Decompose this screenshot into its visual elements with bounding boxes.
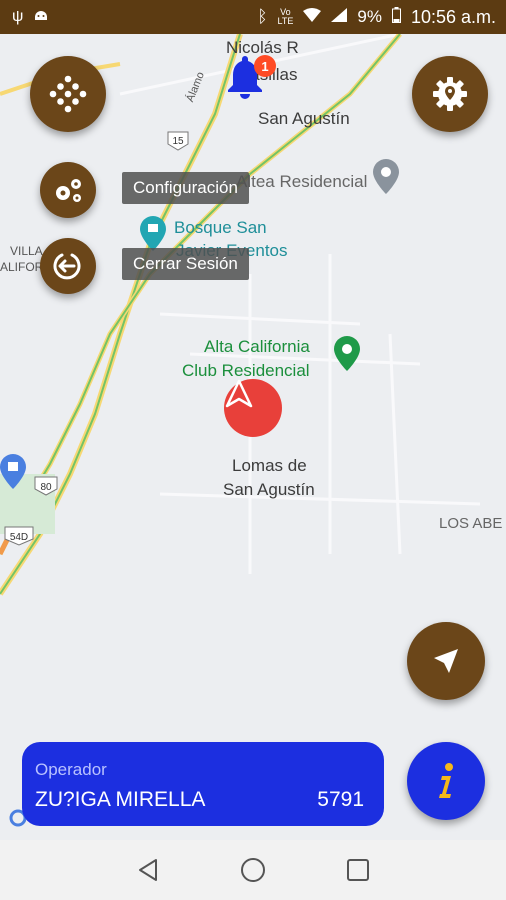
volte-bottom: LTE: [277, 16, 294, 26]
logout-button[interactable]: [40, 238, 96, 294]
home-button[interactable]: [237, 854, 269, 886]
map-label-villa-2: ALIFOR: [0, 260, 44, 274]
operator-code: 5791: [317, 788, 364, 811]
map-label-altea: Altea Residencial: [236, 172, 368, 191]
svg-text:80: 80: [40, 482, 52, 493]
map-label-san-agustin: San Agustín: [258, 109, 350, 128]
usb-icon: ψ: [12, 8, 24, 25]
operator-card[interactable]: Operador ZU?IGA MIRELLA 5791: [22, 742, 384, 826]
map-label-alta-california-1: Alta California: [204, 337, 310, 356]
current-location-marker[interactable]: [224, 379, 282, 437]
location-settings-button[interactable]: [412, 56, 488, 132]
home-circle-icon: [240, 858, 265, 882]
logout-icon: [53, 253, 81, 280]
bosque-san-javier-pin-icon: [140, 216, 166, 251]
recents-button[interactable]: [342, 854, 374, 886]
altea-pin-icon: [373, 159, 399, 194]
map-label-los-abe: LOS ABE: [439, 515, 503, 532]
configuration-button[interactable]: [40, 162, 96, 218]
info-icon: [439, 763, 453, 798]
navigate-button[interactable]: [407, 622, 485, 700]
android-debug-icon: [33, 7, 49, 28]
status-bar: ψ ᛒ Vo LTE 9% 10:56 a.m.: [0, 0, 506, 34]
signal-icon: [331, 7, 348, 27]
gears-icon: [56, 179, 81, 202]
back-triangle-icon: [138, 859, 157, 881]
alta-california-pin-icon: [334, 336, 360, 371]
map-label-bosque-1: Bosque San: [174, 218, 267, 237]
main-menu-button[interactable]: [30, 56, 106, 132]
bluetooth-icon: ᛒ: [257, 7, 268, 26]
wifi-icon: [303, 7, 322, 27]
notification-count-badge: 1: [254, 55, 276, 77]
route-15-shield: 15: [167, 131, 189, 151]
map-label-lomas-1: Lomas de: [232, 456, 307, 475]
map-view[interactable]: 15 80 54D Nicolás R San Agustín Altea Re…: [0, 34, 506, 840]
battery-icon: [391, 6, 401, 28]
configuration-tooltip: Configuración: [122, 172, 249, 204]
operator-name: ZU?IGA MIRELLA: [35, 788, 206, 811]
system-nav-bar: [0, 840, 506, 900]
svg-text:54D: 54D: [10, 532, 28, 543]
location-gear-icon: [433, 77, 467, 111]
grid-menu-icon: [49, 75, 87, 113]
map-label-lomas-2: San Agustín: [223, 480, 315, 499]
operator-role: Operador: [35, 760, 107, 779]
send-location-icon: [434, 649, 458, 673]
clock: 10:56 a.m.: [410, 6, 496, 27]
volte-icon: Vo LTE: [278, 8, 294, 26]
logout-tooltip: Cerrar Sesión: [122, 248, 249, 280]
back-button[interactable]: [132, 854, 164, 886]
svg-text:15: 15: [172, 136, 184, 147]
navigation-arrow-icon: [225, 379, 253, 408]
battery-percent: 9%: [357, 7, 382, 26]
route-54d-shield: 54D: [4, 526, 34, 546]
recents-square-icon: [347, 859, 370, 881]
map-roads: 15 80 54D: [0, 34, 481, 827]
info-button[interactable]: [407, 742, 485, 820]
